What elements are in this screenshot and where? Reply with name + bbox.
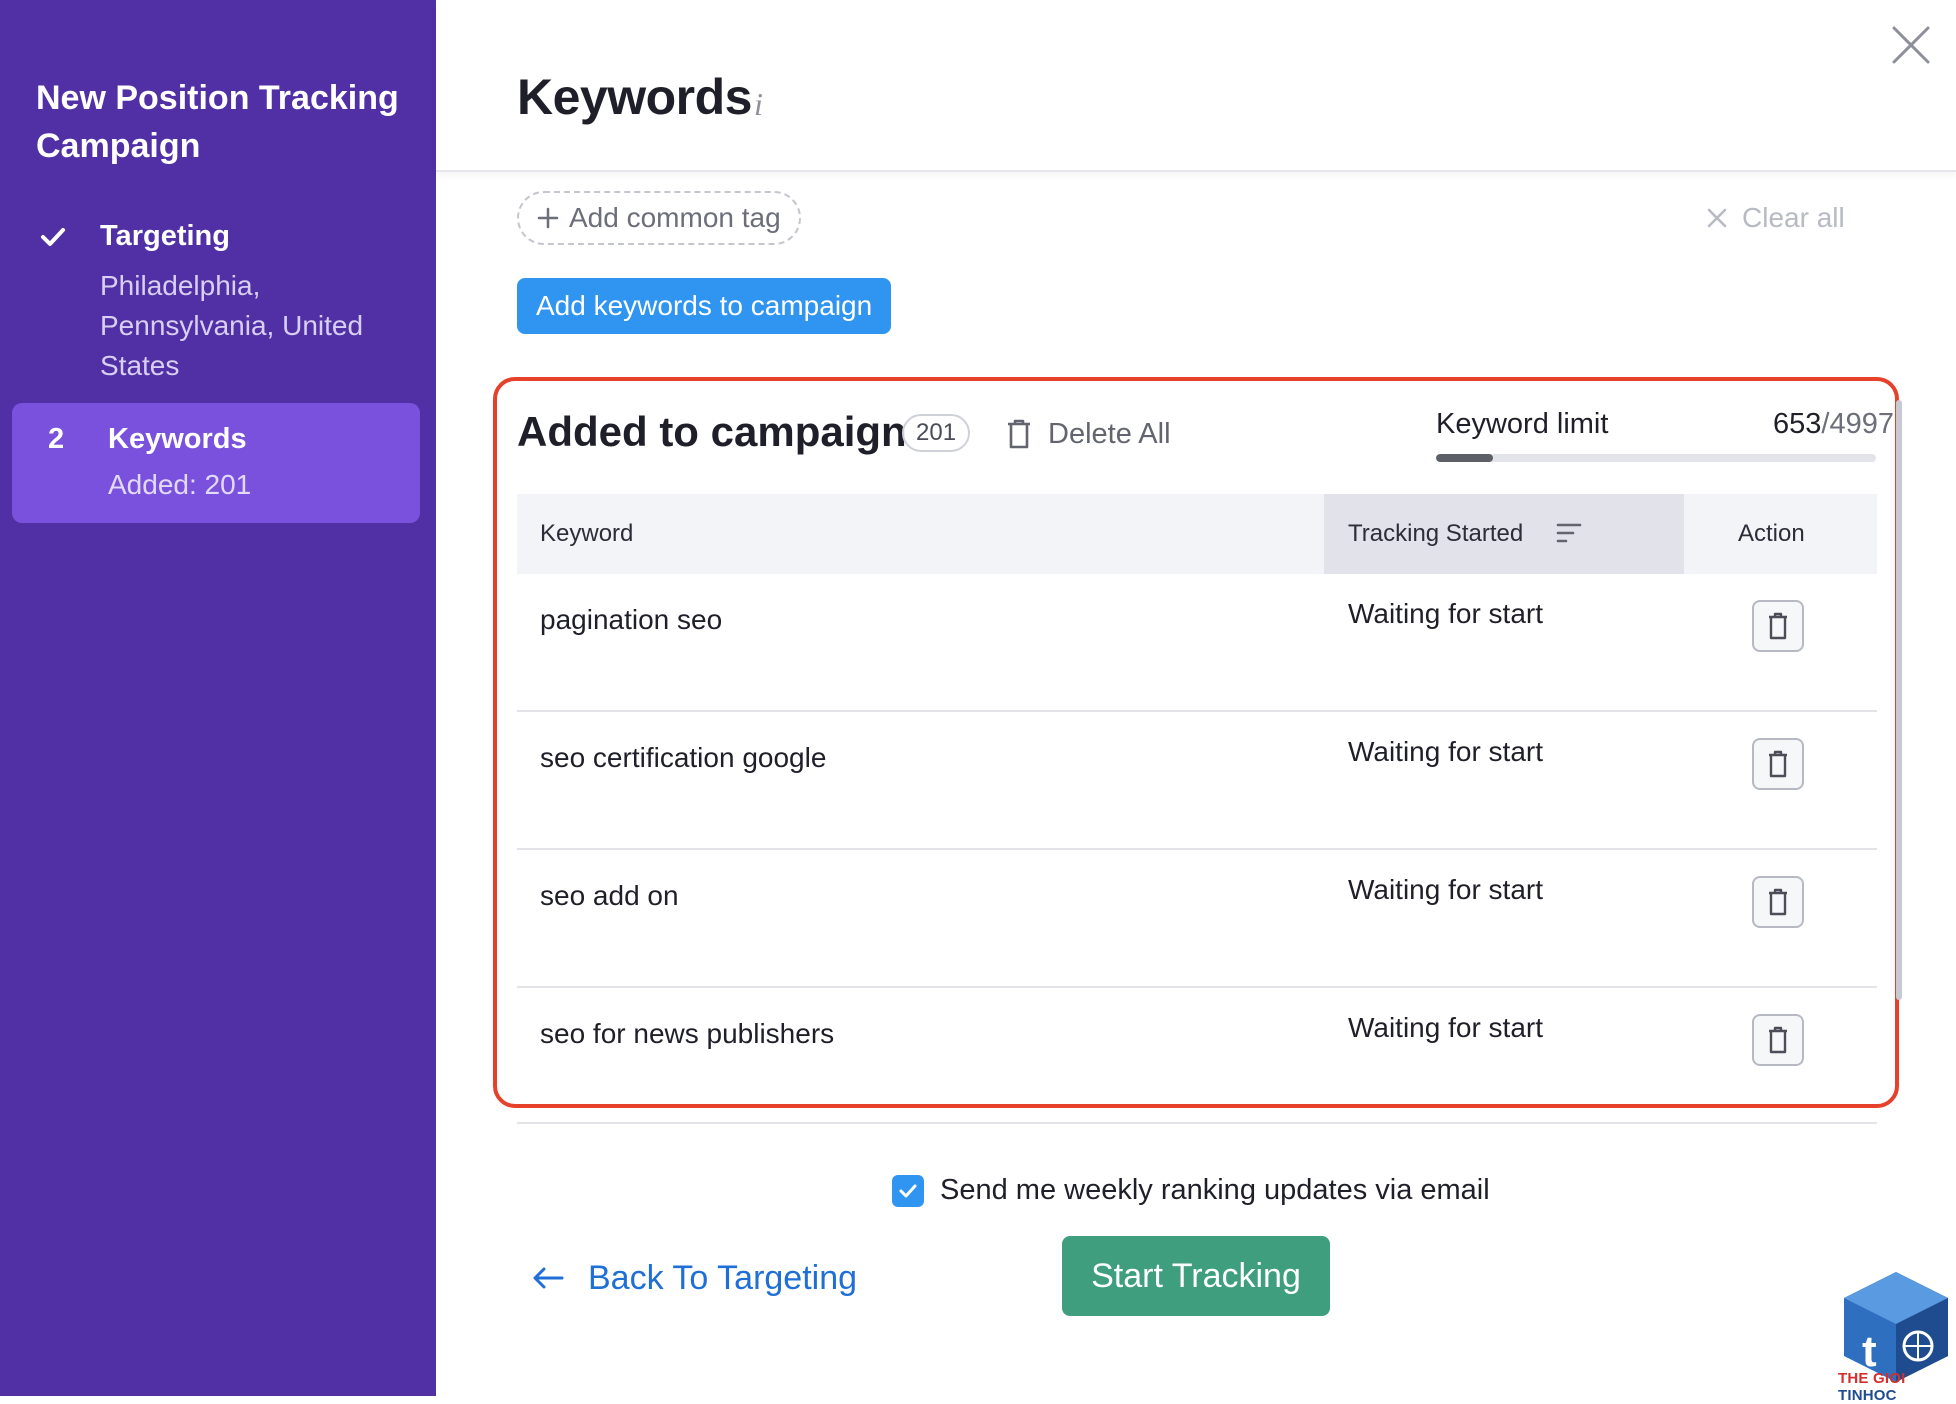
delete-all-button[interactable]: Delete All — [1006, 414, 1171, 454]
keywords-table: Keyword Tracking Started Action paginati… — [517, 494, 1877, 1126]
keyword-limit-used: 653 — [1773, 408, 1822, 440]
status-cell: Waiting for start — [1348, 598, 1544, 629]
back-to-targeting-label: Back To Targeting — [588, 1258, 858, 1297]
check-icon — [41, 228, 65, 246]
campaign-wizard-title: New Position Tracking Campaign — [36, 79, 399, 165]
keyword-limit-label: Keyword limit — [1436, 408, 1609, 440]
status-cell: Waiting for start — [1348, 736, 1544, 767]
add-keywords-button[interactable]: Add keywords to campaign — [517, 278, 892, 334]
clear-all-label: Clear all — [1742, 202, 1845, 233]
keyword-limit-value: 653/4997 — [1773, 408, 1894, 441]
back-to-targeting-button[interactable]: Back To Targeting — [532, 1254, 857, 1302]
trash-icon — [1769, 1026, 1787, 1054]
divider — [517, 1122, 1877, 1124]
delete-keyword-button[interactable] — [1752, 876, 1804, 928]
table-row: seo add on Waiting for start — [517, 850, 1877, 988]
table-row: seo certification google Waiting for sta… — [517, 712, 1877, 850]
status-cell: Waiting for start — [1348, 874, 1544, 905]
start-tracking-button[interactable]: Start Tracking — [1062, 1236, 1330, 1316]
table-row: pagination seo Waiting for start — [517, 574, 1877, 712]
email-opt-in-checkbox[interactable] — [892, 1174, 924, 1207]
sort-icon — [1556, 523, 1582, 543]
header: Keywords i — [436, 0, 1956, 172]
keyword-cell: pagination seo — [540, 604, 723, 635]
watermark-text-part1: THE GIOI — [1838, 1370, 1906, 1387]
delete-all-label: Delete All — [1048, 417, 1171, 450]
checkbox-check-icon — [899, 1184, 917, 1197]
page-title: Keywords — [517, 69, 752, 125]
trash-icon — [1769, 612, 1787, 640]
main-panel: Keywords i Add common tag Clear all Add … — [436, 0, 1956, 1396]
sidebar-step-keywords-subtitle: Added: 201 — [108, 469, 252, 500]
sidebar-step-targeting[interactable]: Targeting — [100, 220, 230, 253]
keyword-limit-progress — [1436, 454, 1876, 462]
close-icon[interactable] — [1890, 24, 1932, 66]
keyword-limit-progress-fill — [1436, 454, 1494, 462]
arrow-left-icon — [533, 1267, 564, 1289]
keyword-limit-total: /4997 — [1821, 408, 1894, 440]
column-header-tracking-started[interactable]: Tracking Started — [1324, 494, 1684, 574]
add-common-tag-button[interactable]: Add common tag — [517, 191, 801, 245]
keyword-cell: seo certification google — [540, 742, 827, 773]
email-opt-in[interactable]: Send me weekly ranking updates via email — [892, 1174, 1490, 1207]
sidebar: New Position Tracking Campaign Targeting… — [0, 0, 436, 1396]
keyword-cell: seo add on — [540, 880, 679, 911]
watermark-text: THE GIOI TINHOC — [1838, 1370, 1956, 1404]
clear-all-button[interactable]: Clear all — [1706, 196, 1845, 240]
delete-keyword-button[interactable] — [1752, 1014, 1804, 1066]
keyword-count-badge: 201 — [902, 414, 971, 452]
x-icon — [1707, 208, 1727, 228]
svg-text:t: t — [1862, 1327, 1877, 1376]
keyword-cell: seo for news publishers — [540, 1018, 835, 1049]
info-icon[interactable]: i — [754, 86, 763, 123]
plus-icon — [537, 207, 559, 229]
table-row: seo for news publishers Waiting for star… — [517, 988, 1877, 1126]
delete-keyword-button[interactable] — [1752, 600, 1804, 652]
trash-icon — [1769, 888, 1787, 916]
step-number: 2 — [48, 423, 65, 455]
trash-icon — [1008, 419, 1030, 449]
column-header-keyword[interactable]: Keyword — [540, 520, 633, 548]
delete-keyword-button[interactable] — [1752, 738, 1804, 790]
table-header: Keyword Tracking Started Action — [517, 494, 1877, 574]
sidebar-step-keywords[interactable]: 2 Keywords Added: 201 — [12, 403, 420, 523]
status-cell: Waiting for start — [1348, 1012, 1544, 1043]
column-header-tracking-started-label: Tracking Started — [1348, 520, 1524, 547]
column-header-action: Action — [1738, 520, 1805, 547]
add-common-tag-label: Add common tag — [569, 202, 781, 233]
trash-icon — [1769, 750, 1787, 778]
added-to-campaign-title: Added to campaign — [517, 408, 907, 455]
table-scrollbar[interactable] — [1896, 400, 1902, 1000]
sidebar-step-targeting-subtitle: Philadelphia, Pennsylvania, United State… — [100, 270, 364, 381]
email-opt-in-label: Send me weekly ranking updates via email — [940, 1174, 1490, 1206]
sidebar-step-keywords-label: Keywords — [108, 423, 247, 455]
